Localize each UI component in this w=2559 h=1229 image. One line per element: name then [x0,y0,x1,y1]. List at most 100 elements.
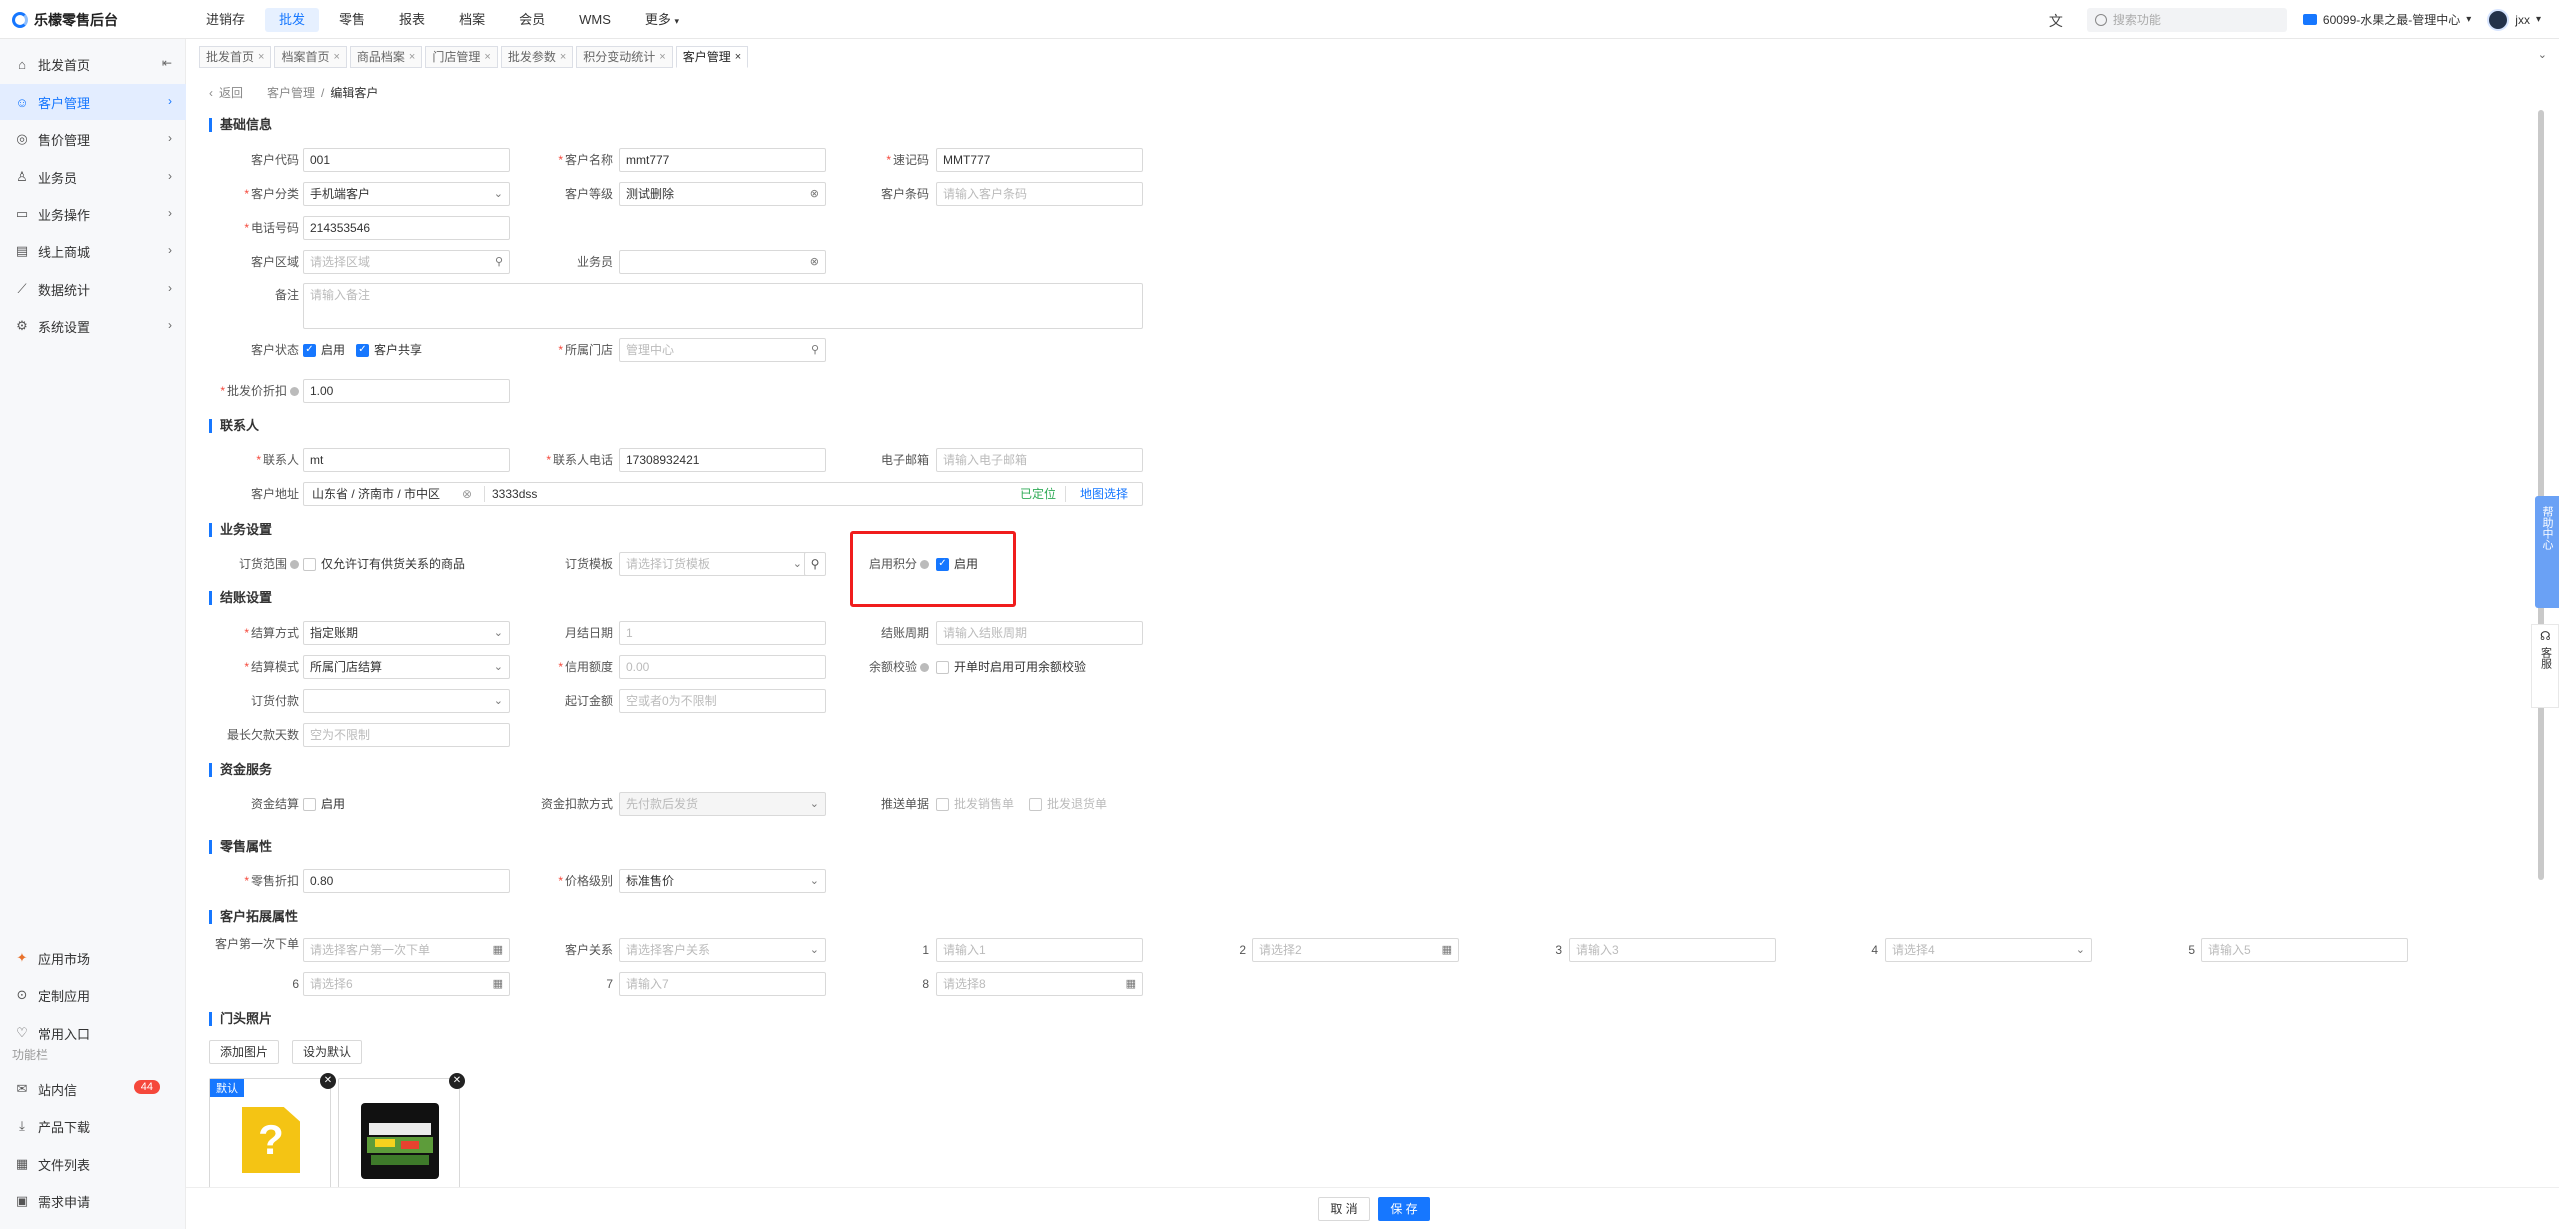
ext-6-date[interactable]: 请选择6 ▦ [303,972,510,996]
ext-3-input[interactable]: 请输入3 [1569,938,1776,962]
ext-5-input[interactable]: 请输入5 [2201,938,2408,962]
order-pay-select[interactable]: ⌄ [303,689,510,713]
nav-jxc[interactable]: 进销存 [192,8,259,32]
vertical-scrollbar[interactable] [2538,110,2544,880]
nav-pifa[interactable]: 批发 [265,7,320,32]
search-input[interactable]: 搜索功能 [2086,7,2287,32]
tab-pifa-params[interactable]: 批发参数 × [500,46,574,68]
photo-card-default[interactable]: 默认 ? ✕ [209,1073,336,1200]
monthly-date-input[interactable]: 1 [619,621,826,645]
store-input[interactable]: 管理中心 ⚲ [619,338,826,362]
push-return-checkbox[interactable]: 批发退货单 [1029,792,1107,816]
nav-lingshou[interactable]: 零售 [325,8,379,32]
first-order-date[interactable]: 请选择客户第一次下单 ▦ [303,938,510,962]
clear-icon[interactable]: ⊗ [810,183,819,205]
close-icon[interactable]: × [484,47,490,67]
email-input[interactable]: 请输入电子邮箱 [936,448,1143,472]
sidebar-item-pifa-home[interactable]: ⌂ 批发首页 ⇤ [0,46,186,82]
contact-phone-input[interactable]: 17308932421 [619,448,826,472]
nav-huiyuan[interactable]: 会员 [505,8,559,32]
clear-icon[interactable]: ⊗ [462,483,472,505]
relation-select[interactable]: 请选择客户关系 ⌄ [619,938,826,962]
save-button[interactable]: 保 存 [1378,1197,1430,1221]
push-sales-checkbox[interactable]: 批发销售单 [936,792,1014,816]
help-icon[interactable] [290,387,299,397]
tab-pifa-home[interactable]: 批发首页 × [199,46,272,68]
ext-2-date[interactable]: 请选择2 ▦ [1252,938,1459,962]
customer-service-tab[interactable]: ☊ 客服 [2531,624,2559,708]
back-link[interactable]: 返回 [219,84,243,101]
template-select[interactable]: 请选择订货模板 ⌄ [619,552,809,576]
remark-textarea[interactable]: 请输入备注 [303,283,1143,329]
help-icon[interactable] [920,663,929,673]
nav-baobiao[interactable]: 报表 [385,8,439,32]
set-default-button[interactable]: 设为默认 [292,1040,363,1064]
nav-more[interactable]: 更多 ▾ [631,8,693,32]
balance-check-checkbox[interactable]: 开单时启用可用余额校验 [936,655,1086,679]
tab-goods-archive[interactable]: 商品档案 × [349,46,423,68]
scope-checkbox[interactable]: 仅允许订有供货关系的商品 [303,552,465,576]
min-amount-input[interactable]: 空或者0为不限制 [619,689,826,713]
translate-icon[interactable]: 文 [2047,11,2065,29]
close-icon[interactable]: × [333,47,339,67]
sidebar-item-customer[interactable]: ☺ 客户管理 › [0,84,186,120]
settle-cycle-input[interactable]: 请输入结账周期 [936,621,1143,645]
contact-person-input[interactable]: mt [303,448,510,472]
close-icon[interactable]: × [659,47,665,67]
deduct-select[interactable]: 先付款后发货 ⌄ [619,792,826,816]
settle-mode-select[interactable]: 所属门店结算 ⌄ [303,655,510,679]
close-icon[interactable]: × [409,47,415,67]
price-level-select[interactable]: 标准售价 ⌄ [619,869,826,893]
address-detail-input[interactable]: 3333dss [492,483,537,505]
user-menu[interactable]: jxx ▾ [2487,8,2541,31]
fund-settle-checkbox[interactable]: 启用 [303,792,345,816]
close-icon[interactable]: × [258,47,264,67]
chevron-down-icon[interactable]: ⌄ [2538,48,2547,61]
help-center-tab[interactable]: 帮助中心 [2535,496,2559,608]
settle-method-select[interactable]: 指定账期 ⌄ [303,621,510,645]
close-icon[interactable]: × [735,47,741,67]
nav-wms[interactable]: WMS [565,8,625,32]
breadcrumb-parent[interactable]: 客户管理 [267,84,315,101]
app-logo[interactable]: 乐檬零售后台 [12,0,118,39]
tab-points-stats[interactable]: 积分变动统计 × [576,46,673,68]
map-select-link[interactable]: 地图选择 [1080,483,1128,505]
nav-dangan[interactable]: 档案 [445,8,499,32]
search-icon[interactable]: ⚲ [811,339,819,361]
ext-1-input[interactable]: 请输入1 [936,938,1143,962]
retail-discount-input[interactable]: 0.80 [303,869,510,893]
sidebar-item-app-market[interactable]: ✦ 应用市场 [0,940,186,976]
add-image-button[interactable]: 添加图片 [209,1040,280,1064]
clear-icon[interactable]: ⊗ [810,251,819,273]
ext-8-date[interactable]: 请选择8 ▦ [936,972,1143,996]
sidebar-item-download[interactable]: ⤓ 产品下载 [0,1108,186,1144]
tab-customer-mgmt[interactable]: 客户管理 × [675,46,749,68]
sidebar-item-mall[interactable]: ▤ 线上商城 › [0,233,186,269]
help-icon[interactable] [290,560,299,570]
collapse-icon[interactable]: ⇤ [162,56,172,70]
sidebar-item-settings[interactable]: ⚙ 系统设置 › [0,308,186,344]
photo-card[interactable]: ✕ [338,1073,465,1200]
address-region-select[interactable]: 山东省 / 济南市 / 市中区 [312,483,440,505]
sidebar-item-custom-app[interactable]: ⊙ 定制应用 [0,977,186,1013]
sidebar-item-messages[interactable]: ✉ 站内信 44 [0,1071,186,1107]
customer-name-input[interactable]: mmt777 [619,148,826,172]
store-selector[interactable]: 60099-水果之最-管理中心 ▾ [2302,11,2471,28]
sidebar-item-stats[interactable]: ⟋ 数据统计 › [0,271,186,307]
wholesale-discount-input[interactable]: 1.00 [303,379,510,403]
status-share-checkbox[interactable]: ✓ 客户共享 [356,338,422,362]
cancel-button[interactable]: 取 消 [1318,1197,1370,1221]
barcode-input[interactable]: 请输入客户条码 [936,182,1143,206]
tab-archive-home[interactable]: 档案首页 × [274,46,347,68]
tab-store-mgmt[interactable]: 门店管理 × [425,46,498,68]
region-input[interactable]: 请选择区域 ⚲ [303,250,510,274]
sidebar-item-files[interactable]: ▦ 文件列表 [0,1146,186,1182]
max-days-input[interactable]: 空为不限制 [303,723,510,747]
salesman-select[interactable]: ⊗ [619,250,826,274]
status-enable-checkbox[interactable]: ✓ 启用 [303,338,345,362]
remove-photo-icon[interactable]: ✕ [449,1073,465,1089]
credit-input[interactable]: 0.00 [619,655,826,679]
search-icon[interactable]: ⚲ [495,251,503,273]
back-icon[interactable]: ‹ [209,86,213,100]
sidebar-item-price[interactable]: ◎ 售价管理 › [0,121,186,157]
